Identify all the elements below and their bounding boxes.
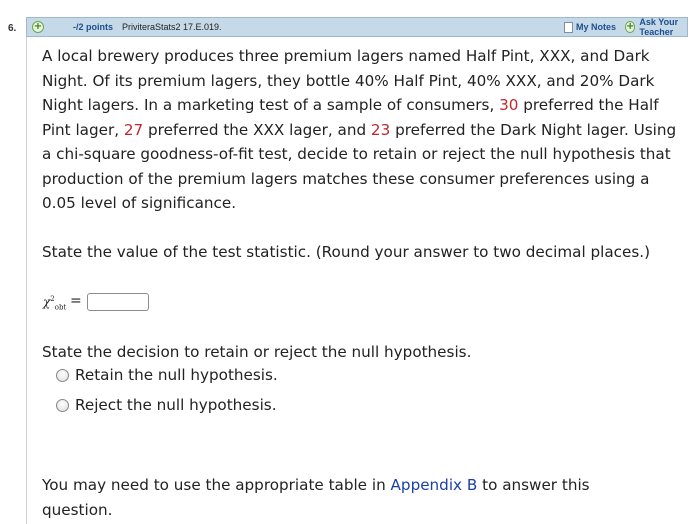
appendix-b-link[interactable]: Appendix B — [391, 476, 478, 494]
question-source: PriviteraStats2 17.E.019. — [122, 22, 222, 32]
decision-prompt: State the decision to retain or reject t… — [42, 343, 472, 361]
option-reject[interactable]: Reject the null hypothesis. — [56, 396, 277, 414]
radio-retain[interactable] — [56, 368, 69, 382]
question-header-bar: + -/2 points PriviteraStats2 17.E.019. M… — [26, 17, 688, 37]
equals-sign: = — [70, 293, 82, 309]
test-statistic-input[interactable] — [87, 293, 149, 311]
count-xxx: 27 — [123, 120, 144, 139]
notes-icon — [564, 21, 573, 33]
option-reject-label: Reject the null hypothesis. — [75, 396, 277, 414]
expand-plus-icon[interactable]: + — [32, 21, 44, 33]
my-notes-label: My Notes — [576, 22, 617, 32]
radio-reject[interactable] — [56, 398, 69, 412]
option-retain[interactable]: Retain the null hypothesis. — [56, 366, 278, 384]
count-dark-night: 23 — [370, 120, 391, 139]
question-number: 6. — [8, 23, 17, 34]
points-label: -/2 points — [73, 22, 113, 32]
test-statistic-prompt: State the value of the test statistic. (… — [42, 243, 651, 261]
my-notes-button[interactable]: My Notes — [564, 21, 616, 33]
chi-square-symbol: χ2obt — [43, 295, 67, 312]
ask-teacher-label: Ask Your Teacher — [639, 17, 679, 37]
problem-text: A local brewery produces three premium l… — [42, 44, 682, 216]
ask-teacher-button[interactable]: + Ask Your Teacher — [625, 17, 687, 37]
count-half-pint: 30 — [499, 96, 519, 114]
left-divider — [26, 37, 27, 524]
option-retain-label: Retain the null hypothesis. — [75, 366, 278, 384]
ask-plus-icon: + — [625, 21, 636, 33]
footer-text1: You may need to use the appropriate tabl… — [42, 476, 391, 494]
problem-part3: preferred the XXX lager, and — [143, 120, 371, 139]
footer-note: You may need to use the appropriate tabl… — [42, 473, 652, 522]
